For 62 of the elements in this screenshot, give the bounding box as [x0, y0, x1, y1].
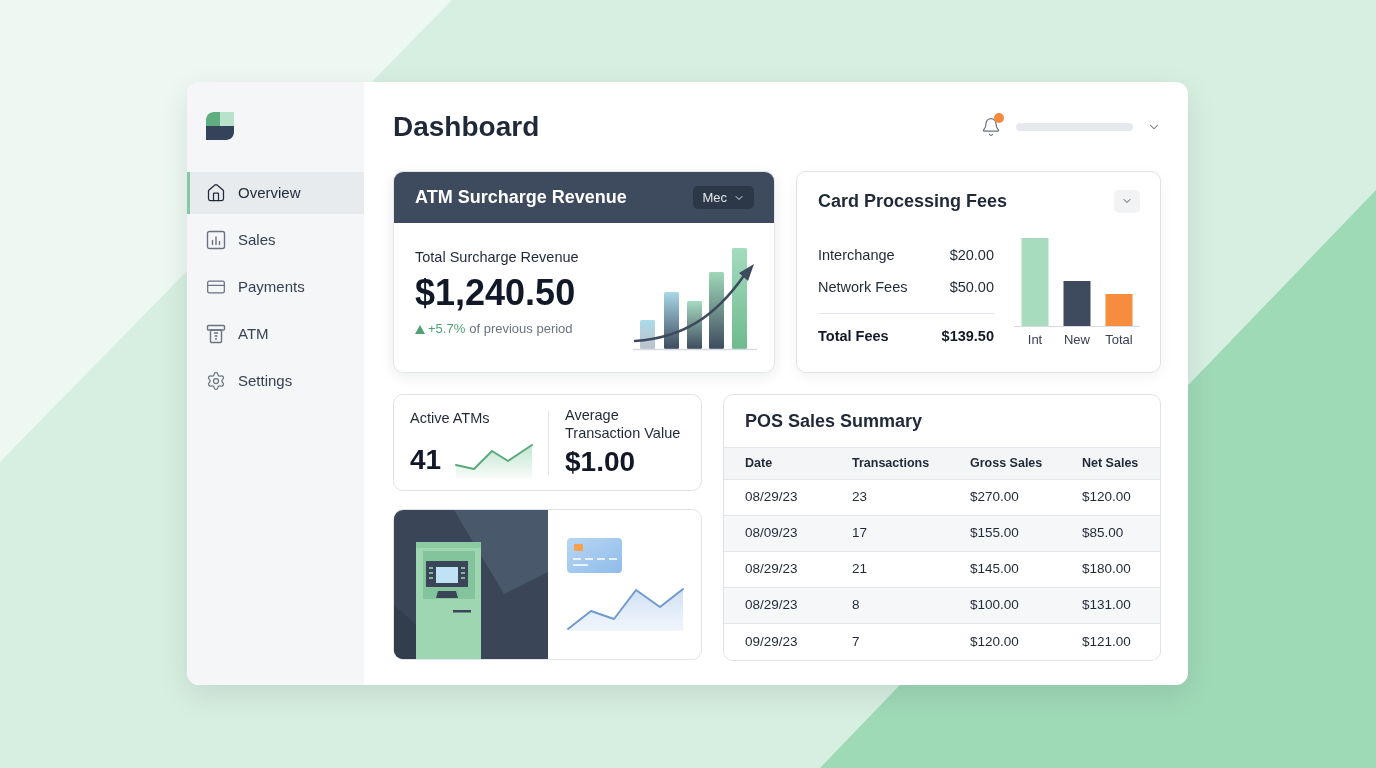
table-cell-text: 08/29/23	[745, 596, 799, 615]
nav-item[interactable]: Payments	[187, 266, 364, 308]
fee-value: $50.00	[949, 278, 994, 298]
trend-change: +5.7%	[428, 320, 466, 338]
table-cell-text: $270.00	[970, 488, 1020, 507]
table-cell-text: $120.00	[1082, 488, 1132, 507]
table-cell-text: $120.00	[970, 632, 1020, 651]
column-header: Date	[745, 455, 774, 473]
fee-label: Network Fees	[818, 278, 908, 298]
total-value: $139.50	[941, 327, 994, 347]
table-cell-text: $85.00	[1082, 524, 1125, 543]
metric-label: Total Surcharge Revenue	[415, 248, 579, 267]
table-cell-text: 8	[852, 596, 861, 615]
table-cell-text: $100.00	[970, 596, 1020, 615]
column-header: Transactions	[852, 455, 931, 473]
table-cell-text: $180.00	[1082, 560, 1132, 579]
nav-item[interactable]: Overview	[187, 172, 364, 214]
bar-label: New	[1064, 331, 1090, 349]
table-cell-text: 7	[852, 632, 861, 651]
column-header: Net Sales	[1082, 455, 1140, 473]
stat-value: $1.00	[565, 445, 637, 479]
nav-item[interactable]: ATM	[187, 313, 364, 355]
stat-value: 41	[410, 443, 442, 477]
nav-item[interactable]: Sales	[187, 219, 364, 261]
trend-caption: of previous period	[469, 320, 573, 338]
card-menu-button[interactable]	[1114, 189, 1140, 213]
card-title: ATM Surcharge Revenue	[415, 186, 627, 209]
table-cell-text: $121.00	[1082, 632, 1132, 651]
table-cell-text: $155.00	[970, 524, 1020, 543]
table-cell-text: $145.00	[970, 560, 1020, 579]
card-title: POS Sales Summary	[745, 409, 923, 433]
credit-card-icon	[567, 538, 622, 573]
table-cell-text: $131.00	[1082, 596, 1132, 615]
table-cell-text: 08/09/23	[745, 524, 799, 543]
table-cell-text: 09/29/23	[745, 632, 799, 651]
table-cell-text: 08/29/23	[745, 560, 799, 579]
total-label: Total Fees	[818, 327, 889, 347]
table-cell-text: 23	[852, 488, 869, 507]
bar-label: Int	[1027, 331, 1043, 349]
chart-bar	[664, 292, 679, 349]
table-cell-text: 08/29/23	[745, 488, 799, 507]
bar-label: Total	[1105, 331, 1133, 349]
metric-value: $1,240.50	[415, 271, 577, 315]
period-dropdown[interactable]: Mec	[693, 186, 754, 209]
settings-icon	[206, 371, 226, 391]
nav-item[interactable]: Settings	[187, 360, 364, 402]
page-title: Dashboard	[393, 109, 540, 144]
table-cell-text: 17	[852, 524, 869, 543]
stat-label: Average Transaction Value	[565, 406, 682, 442]
stat-label: Active ATMs	[410, 409, 491, 428]
bar-chart-icon	[206, 230, 226, 250]
fee-value: $20.00	[949, 246, 994, 266]
card-title: Card Processing Fees	[818, 189, 1008, 213]
home-icon	[206, 183, 226, 203]
fee-label: Interchange	[818, 246, 895, 266]
table-cell-text: 21	[852, 560, 869, 579]
notification-bell-icon[interactable]	[980, 115, 1002, 138]
atm-icon	[206, 324, 226, 344]
column-header: Gross Sales	[970, 455, 1044, 473]
logo-icon	[206, 112, 234, 140]
chart-bar	[640, 320, 655, 349]
chart-bar	[687, 301, 702, 349]
